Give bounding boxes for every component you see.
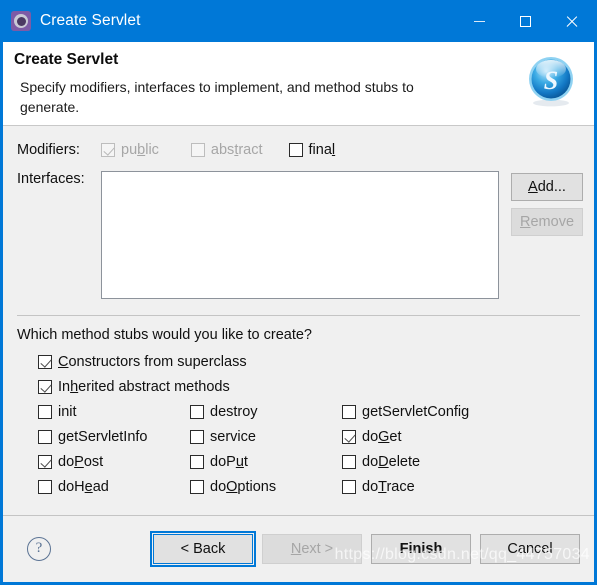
checkbox-constructors-from-superclass[interactable]: Constructors from superclass bbox=[38, 354, 580, 370]
interfaces-buttons: Add... Remove bbox=[511, 171, 583, 299]
checkbox-dodelete-label: doDelete bbox=[362, 454, 421, 470]
window-controls bbox=[456, 0, 594, 42]
stub-question: Which method stubs would you like to cre… bbox=[17, 327, 312, 343]
checkbox-dooptions-box[interactable] bbox=[190, 480, 204, 494]
checkbox-doget-box[interactable] bbox=[342, 430, 356, 444]
checkbox-final-box[interactable] bbox=[288, 143, 303, 157]
checkbox-public: public bbox=[101, 142, 159, 158]
checkbox-destroy-box[interactable] bbox=[190, 405, 204, 419]
remove-interface-button: Remove bbox=[511, 208, 583, 236]
checkbox-inherited-box[interactable] bbox=[38, 380, 52, 394]
checkbox-dohead[interactable]: doHead bbox=[38, 479, 190, 495]
primary-stub-options: Constructors from superclass Inherited a… bbox=[17, 354, 580, 395]
checkbox-service-box[interactable] bbox=[190, 430, 204, 444]
checkbox-getservletconfig[interactable]: getServletConfig bbox=[342, 404, 580, 420]
interfaces-label: Interfaces: bbox=[17, 171, 85, 187]
interfaces-row: Interfaces: Add... Remove bbox=[17, 171, 583, 299]
checkbox-doput-box[interactable] bbox=[190, 455, 204, 469]
wizard-header: Create Servlet Specify modifiers, interf… bbox=[3, 42, 594, 126]
checkbox-getservletconfig-box[interactable] bbox=[342, 405, 356, 419]
section-divider bbox=[17, 315, 580, 316]
dialog-body: Modifiers: public abstract final Interfa… bbox=[3, 133, 594, 495]
checkbox-dotrace-box[interactable] bbox=[342, 480, 356, 494]
checkbox-doput[interactable]: doPut bbox=[190, 454, 342, 470]
footer-buttons: < Back Next > Finish Cancel bbox=[150, 530, 580, 567]
checkbox-dotrace[interactable]: doTrace bbox=[342, 479, 580, 495]
cancel-button-label: Cancel bbox=[507, 540, 553, 557]
modifiers-row: Modifiers: public abstract final bbox=[17, 133, 580, 167]
checkbox-doget[interactable]: doGet bbox=[342, 429, 580, 445]
svg-text:S: S bbox=[544, 66, 558, 95]
cancel-button[interactable]: Cancel bbox=[480, 533, 580, 564]
close-button[interactable] bbox=[548, 0, 594, 42]
finish-button[interactable]: Finish bbox=[371, 533, 471, 564]
checkbox-dohead-label: doHead bbox=[58, 479, 109, 495]
minimize-button[interactable] bbox=[456, 0, 502, 42]
checkbox-init-box[interactable] bbox=[38, 405, 52, 419]
back-button-label: < Back bbox=[180, 540, 226, 557]
interfaces-list[interactable] bbox=[101, 171, 499, 299]
close-icon bbox=[565, 15, 578, 28]
checkbox-public-label: public bbox=[121, 142, 159, 158]
gear-icon bbox=[11, 11, 31, 31]
checkbox-abstract: abstract bbox=[190, 142, 263, 158]
checkbox-public-box bbox=[101, 143, 115, 157]
checkbox-dooptions-label: doOptions bbox=[210, 479, 277, 495]
back-button[interactable]: < Back bbox=[150, 530, 256, 567]
checkbox-dohead-box[interactable] bbox=[38, 480, 52, 494]
checkbox-dopost-label: doPost bbox=[58, 454, 104, 470]
checkbox-dotrace-label: doTrace bbox=[362, 479, 415, 495]
checkbox-abstract-box bbox=[190, 143, 205, 157]
page-title: Create Servlet bbox=[14, 51, 119, 68]
modifiers-label: Modifiers: bbox=[17, 142, 80, 158]
checkbox-dopost-box[interactable] bbox=[38, 455, 52, 469]
checkbox-init[interactable]: init bbox=[38, 404, 190, 420]
checkbox-final[interactable]: final bbox=[288, 142, 336, 158]
checkbox-inherited-label: Inherited abstract methods bbox=[58, 379, 230, 395]
checkbox-constructors-box[interactable] bbox=[38, 355, 52, 369]
add-button-label: Add... bbox=[528, 179, 566, 195]
checkbox-destroy-label: destroy bbox=[210, 404, 258, 420]
checkbox-doput-label: doPut bbox=[210, 454, 248, 470]
checkbox-constructors-label: Constructors from superclass bbox=[58, 354, 247, 370]
create-servlet-dialog: Create Servlet Create Servlet Specify mo… bbox=[0, 0, 597, 585]
remove-button-label: Remove bbox=[520, 214, 575, 230]
checkbox-getservletinfo-box[interactable] bbox=[38, 430, 52, 444]
checkbox-dopost[interactable]: doPost bbox=[38, 454, 190, 470]
window-title: Create Servlet bbox=[40, 12, 141, 29]
checkbox-doget-label: doGet bbox=[362, 429, 402, 445]
checkbox-abstract-label: abstract bbox=[210, 142, 263, 158]
maximize-icon bbox=[519, 15, 531, 27]
checkbox-dodelete[interactable]: doDelete bbox=[342, 454, 580, 470]
next-button-label: Next > bbox=[290, 540, 334, 557]
checkbox-getservletinfo-label: getServletInfo bbox=[58, 429, 148, 445]
minimize-icon bbox=[473, 20, 485, 22]
checkbox-service[interactable]: service bbox=[190, 429, 342, 445]
checkbox-final-label: final bbox=[308, 142, 336, 158]
servlet-logo-icon: S bbox=[529, 57, 573, 107]
checkbox-destroy[interactable]: destroy bbox=[190, 404, 342, 420]
checkbox-getservletinfo[interactable]: getServletInfo bbox=[38, 429, 190, 445]
page-description: Specify modifiers, interfaces to impleme… bbox=[20, 79, 414, 115]
checkbox-dodelete-box[interactable] bbox=[342, 455, 356, 469]
title-bar[interactable]: Create Servlet bbox=[3, 0, 594, 42]
method-stub-grid: init destroy getServletConfig getServlet… bbox=[17, 404, 580, 495]
maximize-button[interactable] bbox=[502, 0, 548, 42]
checkbox-dooptions[interactable]: doOptions bbox=[190, 479, 342, 495]
add-interface-button[interactable]: Add... bbox=[511, 173, 583, 201]
checkbox-getservletconfig-label: getServletConfig bbox=[362, 404, 470, 420]
checkbox-inherited-abstract-methods[interactable]: Inherited abstract methods bbox=[38, 379, 580, 395]
dialog-footer: ? < Back Next > Finish Cancel bbox=[3, 515, 594, 582]
checkbox-service-label: service bbox=[210, 429, 256, 445]
help-icon[interactable]: ? bbox=[27, 536, 51, 561]
finish-button-label: Finish bbox=[399, 540, 443, 557]
next-button: Next > bbox=[262, 533, 362, 564]
checkbox-init-label: init bbox=[58, 404, 77, 420]
